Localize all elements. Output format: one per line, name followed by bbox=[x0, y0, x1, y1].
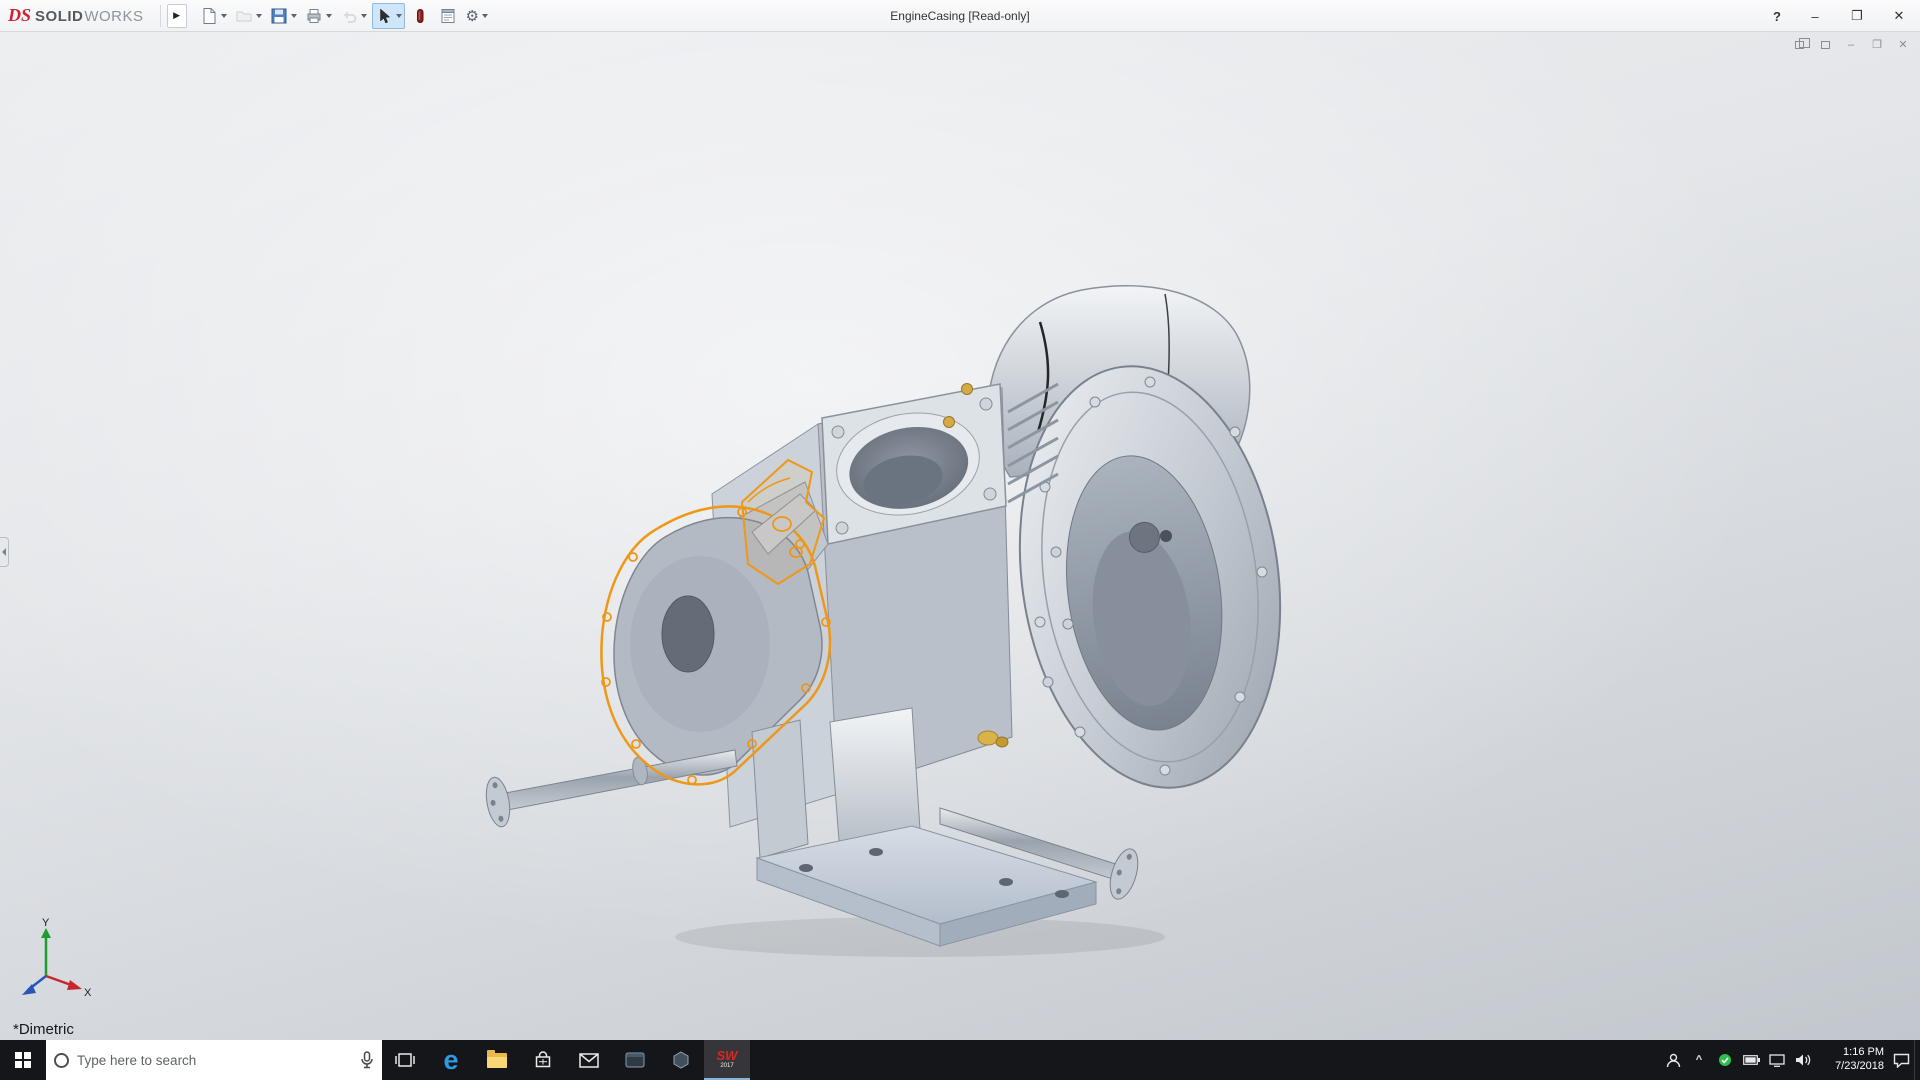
solidworks-logo: DS SOLID WORKS bbox=[0, 5, 154, 26]
tray-volume-icon[interactable] bbox=[1790, 1040, 1816, 1080]
print-button[interactable] bbox=[302, 3, 335, 29]
maximize-button[interactable]: ❐ bbox=[1836, 0, 1878, 32]
print-dropdown-caret[interactable] bbox=[325, 13, 332, 18]
options-gear-icon: ⚙ bbox=[465, 7, 479, 25]
file-explorer-button[interactable] bbox=[474, 1040, 520, 1080]
edge-icon: e bbox=[443, 1044, 459, 1075]
minimize-button[interactable]: – bbox=[1794, 0, 1836, 32]
standard-toolbar: ⚙ bbox=[197, 2, 491, 29]
solidworks-app-icon: SW bbox=[716, 1048, 738, 1063]
new-document-dropdown-caret[interactable] bbox=[220, 13, 227, 18]
undo-dropdown-caret[interactable] bbox=[360, 13, 367, 18]
new-document-icon bbox=[203, 7, 216, 24]
task-view-icon bbox=[395, 1053, 415, 1067]
clock-date: 7/23/2018 bbox=[1835, 1060, 1884, 1072]
store-button[interactable] bbox=[520, 1040, 566, 1080]
new-document-button[interactable] bbox=[197, 3, 230, 29]
undo-button[interactable] bbox=[337, 3, 370, 29]
left-axle-part[interactable] bbox=[483, 749, 738, 829]
axis-y-label: Y bbox=[42, 917, 50, 929]
tray-network-icon[interactable] bbox=[1764, 1040, 1790, 1080]
save-dropdown-caret[interactable] bbox=[290, 13, 297, 18]
terminal-app-button[interactable] bbox=[612, 1040, 658, 1080]
menu-expand-button[interactable]: ▶ bbox=[166, 3, 187, 28]
graphics-viewport[interactable]: – ❐ ✕ Y X *Dimetric bbox=[0, 32, 1920, 1040]
options-button[interactable]: ⚙ bbox=[463, 3, 491, 29]
help-button[interactable]: ? bbox=[1760, 0, 1794, 32]
windows-taskbar: e bbox=[0, 1040, 1920, 1080]
properties-button[interactable] bbox=[435, 3, 461, 29]
orientation-triad: Y X bbox=[22, 917, 92, 999]
solidworks-app-year: 2017 bbox=[720, 1063, 734, 1069]
hexagon-app-button[interactable] bbox=[658, 1040, 704, 1080]
store-bag-icon bbox=[535, 1051, 551, 1068]
solidworks-taskbar-button[interactable]: SW 2017 bbox=[704, 1040, 750, 1080]
toolbar-separator bbox=[159, 4, 161, 27]
show-desktop-strip[interactable] bbox=[1914, 1040, 1920, 1080]
rebuild-icon bbox=[416, 8, 424, 23]
title-bar: DS SOLID WORKS ▶ ⚙ EngineCasing [Read-on… bbox=[0, 0, 1920, 32]
terminal-icon bbox=[625, 1052, 645, 1068]
options-dropdown-caret[interactable] bbox=[481, 13, 488, 18]
start-button[interactable] bbox=[0, 1040, 46, 1080]
clock-time: 1:16 PM bbox=[1843, 1046, 1884, 1059]
close-button[interactable]: ✕ bbox=[1878, 0, 1920, 32]
mail-button[interactable] bbox=[566, 1040, 612, 1080]
undo-icon bbox=[343, 10, 357, 23]
taskbar-search[interactable] bbox=[46, 1040, 382, 1080]
window-controls: ? – ❐ ✕ bbox=[1760, 0, 1920, 32]
search-input[interactable] bbox=[77, 1052, 352, 1068]
cortana-icon bbox=[54, 1052, 69, 1068]
tray-status-green-icon[interactable] bbox=[1712, 1040, 1738, 1080]
view-orientation-label: *Dimetric bbox=[13, 1021, 74, 1038]
action-center-button[interactable] bbox=[1888, 1040, 1914, 1080]
tray-chevron-icon[interactable]: ^ bbox=[1686, 1040, 1712, 1080]
open-folder-icon bbox=[236, 11, 252, 21]
windows-logo-icon bbox=[15, 1052, 31, 1068]
tray-battery-icon[interactable] bbox=[1738, 1040, 1764, 1080]
file-explorer-icon bbox=[487, 1049, 507, 1068]
document-title: EngineCasing [Read-only] bbox=[890, 8, 1030, 23]
system-tray: ^ 1:16 PM 7/23/2018 bbox=[1660, 1040, 1920, 1080]
mail-envelope-icon bbox=[579, 1052, 599, 1068]
properties-icon bbox=[441, 8, 455, 23]
select-tool-button[interactable] bbox=[371, 2, 405, 29]
brand-text-works: WORKS bbox=[84, 8, 144, 25]
engine-casing-model[interactable] bbox=[0, 32, 1920, 1040]
task-view-button[interactable] bbox=[382, 1040, 428, 1080]
print-icon bbox=[307, 8, 321, 23]
open-button[interactable] bbox=[232, 3, 265, 29]
tray-person-icon[interactable] bbox=[1660, 1040, 1686, 1080]
rebuild-button[interactable] bbox=[407, 3, 433, 29]
taskbar-clock[interactable]: 1:16 PM 7/23/2018 bbox=[1816, 1040, 1888, 1080]
select-dropdown-caret[interactable] bbox=[395, 13, 402, 18]
hexagon-app-icon bbox=[673, 1051, 689, 1069]
open-dropdown-caret[interactable] bbox=[255, 13, 262, 18]
select-arrow-icon bbox=[379, 7, 390, 23]
microphone-icon[interactable] bbox=[360, 1051, 374, 1069]
axis-x-label: X bbox=[84, 987, 92, 999]
brand-text-solid: SOLID bbox=[35, 8, 84, 25]
edge-taskbar-button[interactable]: e bbox=[428, 1040, 474, 1080]
save-button[interactable] bbox=[267, 3, 300, 29]
save-icon bbox=[271, 8, 287, 23]
ds-logo-icon: DS bbox=[8, 5, 32, 25]
solidworks-window: DS SOLID WORKS ▶ ⚙ EngineCasing [Read-on… bbox=[0, 0, 1920, 1080]
